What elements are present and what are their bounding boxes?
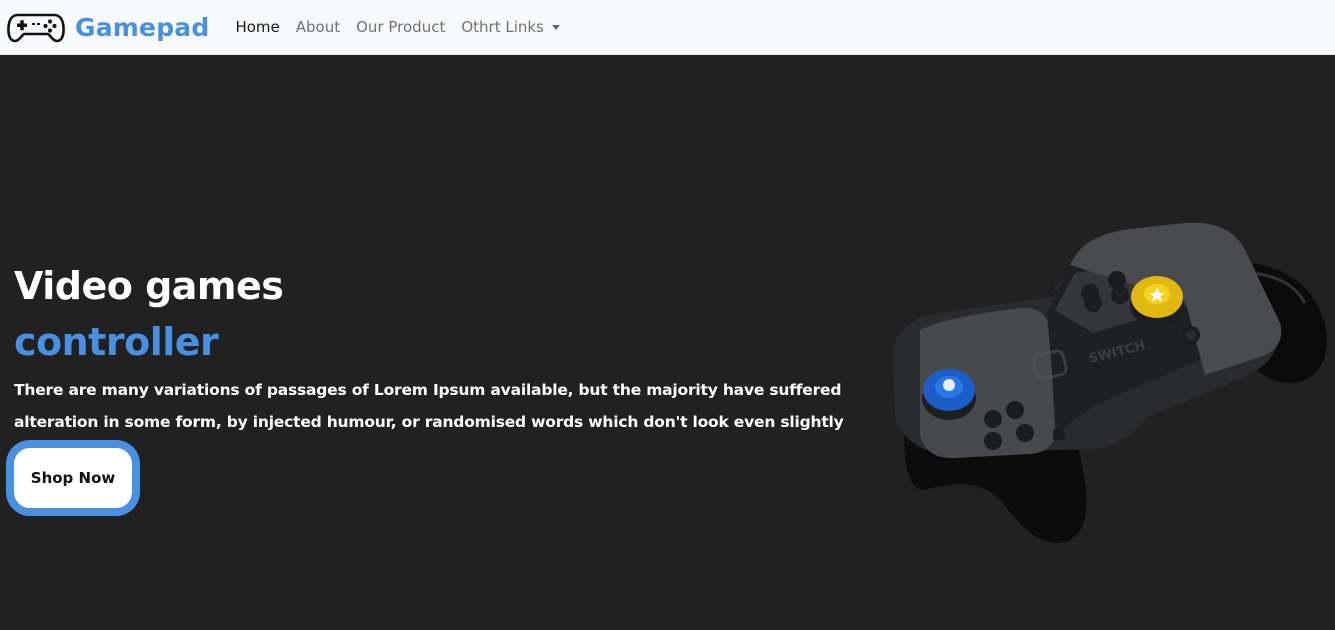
hero-title-line2: controller [14,320,219,364]
nav-our-product[interactable]: Our Product [348,18,453,36]
hero-text: Video games controller There are many va… [14,258,844,470]
hero-section: Video games controller There are many va… [0,55,1335,630]
hero-title-line1: Video games [14,264,284,308]
hero-title: Video games controller [14,258,844,370]
shop-now-button[interactable]: Shop Now [6,440,140,516]
nav-other-links-dropdown[interactable]: Othrt Links [453,18,568,36]
nav-menu: Home About Our Product Othrt Links [227,18,567,36]
nav-about[interactable]: About [288,18,348,36]
brand-link[interactable]: Gamepad [6,9,209,45]
brand-name: Gamepad [75,12,210,42]
gamepad-icon [7,13,65,43]
joy-con-controller-image: SWITCH [893,222,1327,544]
nav-home[interactable]: Home [227,18,287,36]
nav-other-links-label: Othrt Links [461,18,544,36]
shop-now-label: Shop Now [30,469,116,487]
chevron-down-icon [551,24,560,30]
navbar: Gamepad Home About Our Product Othrt Lin… [0,0,1335,55]
